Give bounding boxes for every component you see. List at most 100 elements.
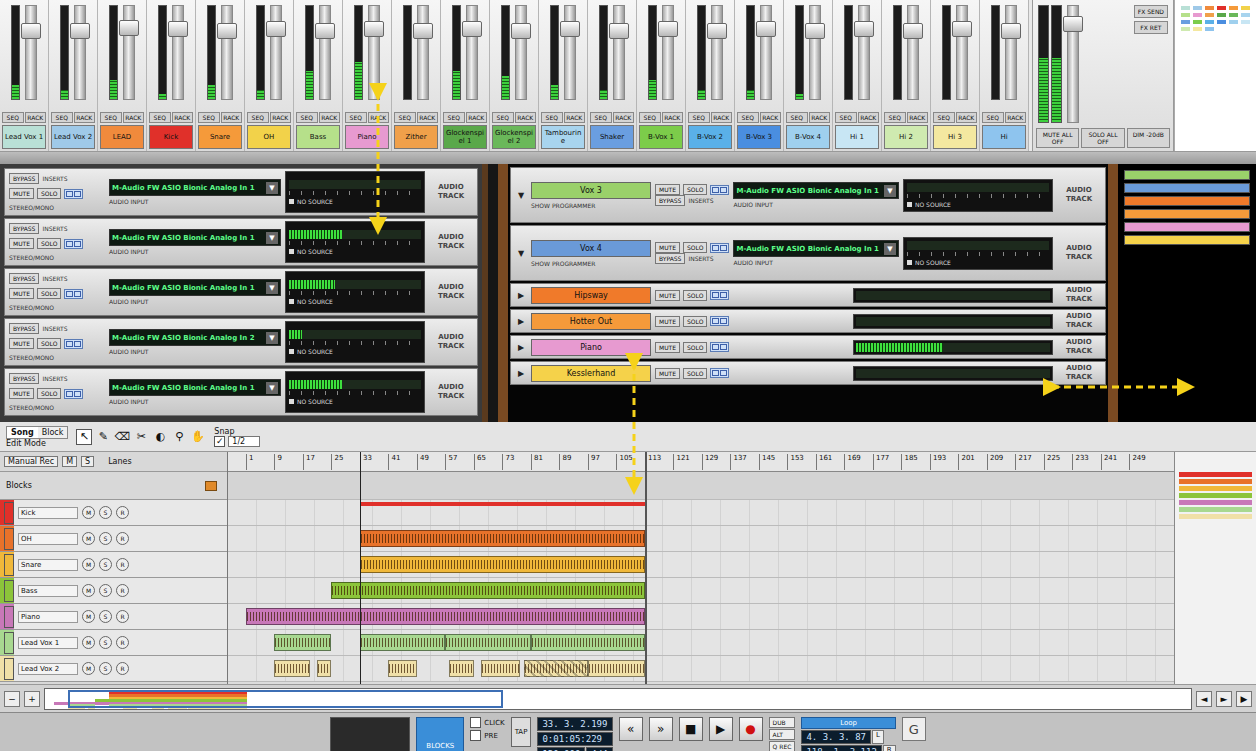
track-button[interactable]: S: [99, 558, 112, 571]
q-rec-button[interactable]: Q REC: [769, 741, 796, 751]
strip-button[interactable]: RACK: [858, 112, 880, 123]
fader-knob[interactable]: [21, 23, 41, 39]
fader-track[interactable]: [466, 5, 478, 100]
dropdown-arrow[interactable]: ▼: [266, 332, 278, 344]
strip-button[interactable]: RACK: [319, 112, 341, 123]
master-footer-button[interactable]: MUTE ALL OFF: [1036, 128, 1079, 148]
channel-name[interactable]: Tambourine: [541, 125, 585, 149]
ruler[interactable]: 1917253341495765738189971051131211291371…: [228, 452, 1174, 472]
zoom-button[interactable]: −: [4, 691, 20, 707]
channel-name[interactable]: Bass: [296, 125, 340, 149]
solo-button[interactable]: SOLO: [37, 338, 61, 349]
solo-button[interactable]: SOLO: [683, 242, 707, 253]
track-button[interactable]: M: [82, 636, 95, 649]
fader-knob[interactable]: [315, 23, 335, 39]
bypass-button[interactable]: BYPASS: [655, 253, 685, 264]
strip-button[interactable]: RACK: [417, 112, 439, 123]
fader-knob[interactable]: [462, 21, 482, 37]
snap-value-select[interactable]: 1/2: [228, 436, 260, 447]
dropdown-arrow[interactable]: ▼: [266, 232, 278, 244]
channel-name[interactable]: Hi: [982, 125, 1026, 149]
track-button[interactable]: R: [116, 584, 129, 597]
fold-toggle[interactable]: ▶: [515, 317, 527, 326]
sequencer-navigator[interactable]: [1174, 452, 1256, 684]
track-button[interactable]: M: [82, 584, 95, 597]
fader-track[interactable]: [1005, 5, 1017, 100]
channel-name[interactable]: OH: [247, 125, 291, 149]
channel-name[interactable]: Hi 1: [835, 125, 879, 149]
solo-button[interactable]: SOLO: [37, 188, 61, 199]
device-name[interactable]: Hotter Out: [531, 313, 651, 330]
playhead[interactable]: [360, 452, 361, 684]
strip-button[interactable]: RACK: [564, 112, 586, 123]
track-button[interactable]: R: [116, 532, 129, 545]
device-name[interactable]: Vox 4: [531, 240, 651, 257]
stereo-mono-icon[interactable]: [64, 389, 83, 399]
tool-icon[interactable]: ✋: [190, 429, 206, 445]
strip-button[interactable]: RACK: [613, 112, 635, 123]
clip[interactable]: [360, 502, 645, 506]
strip-button[interactable]: SEQ: [296, 112, 318, 123]
clip[interactable]: [274, 660, 310, 677]
fader-track[interactable]: [270, 5, 282, 100]
channel-name[interactable]: LEAD: [100, 125, 144, 149]
input-select[interactable]: M-Audio FW ASIO Bionic Analog In 1▼: [109, 229, 281, 246]
strip-button[interactable]: RACK: [711, 112, 733, 123]
clip[interactable]: [481, 660, 520, 677]
track-header[interactable]: Lead Vox 2MSR: [0, 656, 227, 682]
scroll-button[interactable]: ►: [1216, 691, 1232, 707]
device-name[interactable]: Vox 3: [531, 182, 651, 199]
checkbox-row[interactable]: CLICK: [470, 717, 504, 728]
manual-rec-button[interactable]: Manual Rec: [4, 456, 58, 467]
blocks-icon[interactable]: [205, 481, 217, 491]
track-header[interactable]: Lead Vox 1MSR: [0, 630, 227, 656]
show-programmer[interactable]: SHOW PROGRAMMER: [531, 260, 651, 267]
stereo-mono-icon[interactable]: [710, 342, 729, 352]
fader-knob[interactable]: [854, 21, 874, 37]
track-name[interactable]: Kick: [18, 507, 78, 519]
mute-button[interactable]: MUTE: [655, 368, 680, 379]
bypass-button[interactable]: BYPASS: [9, 223, 39, 234]
strip-button[interactable]: SEQ: [394, 112, 416, 123]
input-select[interactable]: M-Audio FW ASIO Bionic Analog In 1▼: [109, 179, 281, 196]
fader-knob[interactable]: [756, 21, 776, 37]
strip-button[interactable]: SEQ: [884, 112, 906, 123]
fader-knob[interactable]: [168, 21, 188, 37]
solo-button[interactable]: SOLO: [683, 290, 707, 301]
stereo-mono-icon[interactable]: [710, 185, 729, 195]
clip[interactable]: [388, 660, 416, 677]
clip[interactable]: [360, 556, 645, 573]
mute-button[interactable]: MUTE: [9, 338, 34, 349]
fader-track[interactable]: [221, 5, 233, 100]
tool-icon[interactable]: ✎: [95, 429, 111, 445]
checkbox-row[interactable]: PRE: [470, 730, 504, 741]
mixer-navigator[interactable]: [1174, 0, 1256, 151]
strip-button[interactable]: SEQ: [443, 112, 465, 123]
channel-name[interactable]: Snare: [198, 125, 242, 149]
fader-knob[interactable]: [266, 21, 286, 37]
overview-map[interactable]: [44, 688, 1192, 710]
strip-button[interactable]: SEQ: [590, 112, 612, 123]
dropdown-arrow[interactable]: ▼: [266, 182, 278, 194]
track-header[interactable]: OHMSR: [0, 526, 227, 552]
strip-button[interactable]: RACK: [907, 112, 929, 123]
fader-track[interactable]: [417, 5, 429, 100]
dropdown-arrow[interactable]: ▼: [884, 185, 896, 197]
fader-knob[interactable]: [805, 23, 825, 39]
strip-button[interactable]: RACK: [270, 112, 292, 123]
track-header[interactable]: SnareMSR: [0, 552, 227, 578]
clip[interactable]: [246, 608, 645, 625]
master-footer-button[interactable]: DIM -20dB: [1127, 128, 1170, 148]
loop-end-marker[interactable]: [645, 452, 647, 684]
track-name[interactable]: Piano: [18, 611, 78, 623]
overview-window[interactable]: [68, 690, 503, 708]
loop-right[interactable]: 118. 1. 3.112: [801, 745, 881, 751]
checkbox[interactable]: [470, 730, 481, 741]
channel-name[interactable]: Glockenspiel 1: [443, 125, 487, 149]
fader-track[interactable]: [172, 5, 184, 100]
fader-track[interactable]: [956, 5, 968, 100]
channel-name[interactable]: B-Vox 4: [786, 125, 830, 149]
strip-button[interactable]: SEQ: [786, 112, 808, 123]
zoom-button[interactable]: +: [24, 691, 40, 707]
track-button[interactable]: M: [82, 558, 95, 571]
